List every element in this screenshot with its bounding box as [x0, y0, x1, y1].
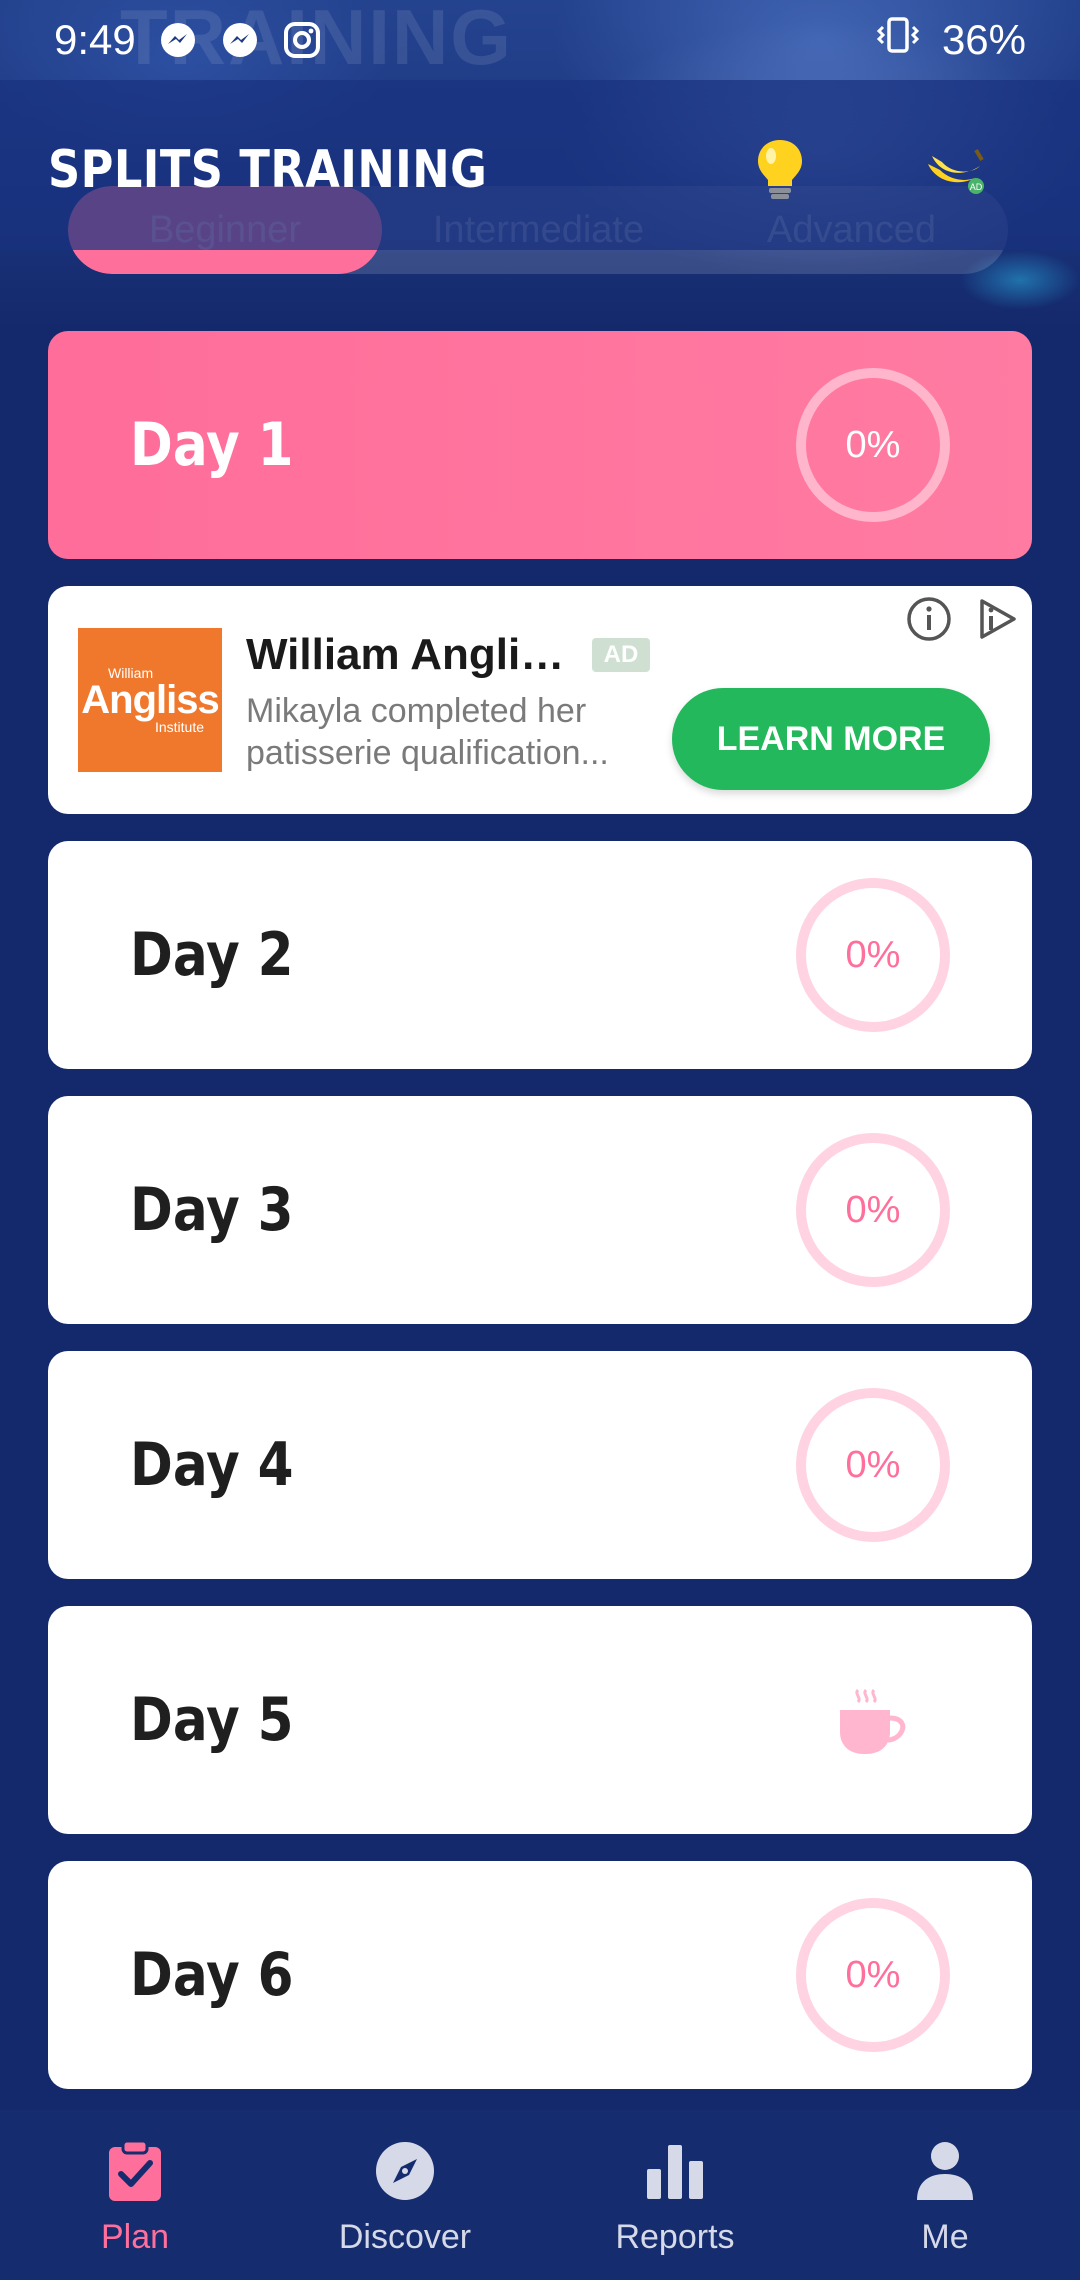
day-label: Day 1: [130, 410, 294, 480]
progress-ring: 0%: [796, 878, 950, 1032]
ad-body: Mikayla completed her patisserie qualifi…: [246, 690, 646, 774]
nav-label: Plan: [100, 2218, 170, 2256]
bar-chart-icon: [640, 2136, 710, 2206]
status-time: 9:49: [54, 16, 136, 63]
day-card-3[interactable]: Day 3 0%: [48, 1096, 1032, 1324]
day-label: Day 2: [130, 920, 294, 990]
person-icon: [910, 2136, 980, 2206]
day-card-6[interactable]: Day 6 0%: [48, 1861, 1032, 2089]
advertiser-logo: William Angliss Institute: [78, 628, 222, 772]
advertiser-logo-main: Angliss: [81, 678, 219, 722]
clipboard-check-icon: [100, 2136, 170, 2206]
learn-more-button[interactable]: LEARN MORE: [672, 688, 990, 790]
battery-level: 36%: [941, 16, 1026, 63]
ad-body-line: patisserie qualification...: [246, 734, 609, 772]
nav-label: Discover: [338, 2218, 472, 2256]
nav-reports[interactable]: Reports: [540, 2110, 810, 2280]
messenger-icon: [158, 20, 198, 60]
bottom-navigation: Plan Discover Reports Me: [0, 2110, 1080, 2280]
app-bar: SPLITS TRAINING AD: [0, 120, 1080, 220]
progress-ring: 0%: [796, 368, 950, 522]
day-label: Day 5: [130, 1685, 294, 1755]
progress-ring: 0%: [796, 1388, 950, 1542]
ad-banner[interactable]: William Angliss Institute William Anglis…: [48, 586, 1032, 814]
nav-me[interactable]: Me: [810, 2110, 1080, 2280]
messenger-icon: [220, 20, 260, 60]
compass-icon: [370, 2136, 440, 2206]
day-label: Day 3: [130, 1175, 294, 1245]
nav-label: Reports: [615, 2218, 735, 2256]
day-card-4[interactable]: Day 4 0%: [48, 1351, 1032, 1579]
ad-body-line: Mikayla completed her: [246, 692, 587, 730]
info-icon[interactable]: [904, 594, 954, 644]
nav-discover[interactable]: Discover: [270, 2110, 540, 2280]
instagram-icon: [282, 20, 322, 60]
lightbulb-icon: [758, 140, 802, 199]
svg-text:AD: AD: [970, 182, 983, 192]
day-card-1[interactable]: Day 1 0%: [48, 331, 1032, 559]
vibrate-icon: [876, 15, 920, 65]
banana-icon: AD: [928, 148, 984, 194]
advertiser-logo-bottom: Institute: [154, 719, 204, 735]
ad-badge: AD: [592, 638, 650, 672]
ad-title: William Anglis...: [246, 630, 576, 679]
day-label: Day 6: [130, 1940, 294, 2010]
day-label: Day 4: [130, 1430, 294, 1500]
progress-ring: 0%: [796, 1133, 950, 1287]
progress-ring: 0%: [796, 1898, 950, 2052]
page-title: SPLITS TRAINING: [48, 140, 488, 200]
day-card-2[interactable]: Day 2 0%: [48, 841, 1032, 1069]
coffee-cup-icon: [830, 1680, 914, 1764]
day-card-5[interactable]: Day 5: [48, 1606, 1032, 1834]
nav-plan[interactable]: Plan: [0, 2110, 270, 2280]
remove-ads-button[interactable]: AD: [914, 130, 994, 210]
status-bar: 9:49 36%: [0, 0, 1080, 80]
tips-button[interactable]: [740, 130, 820, 210]
ad-choices-icon[interactable]: [972, 594, 1022, 644]
nav-label: Me: [921, 2218, 969, 2256]
